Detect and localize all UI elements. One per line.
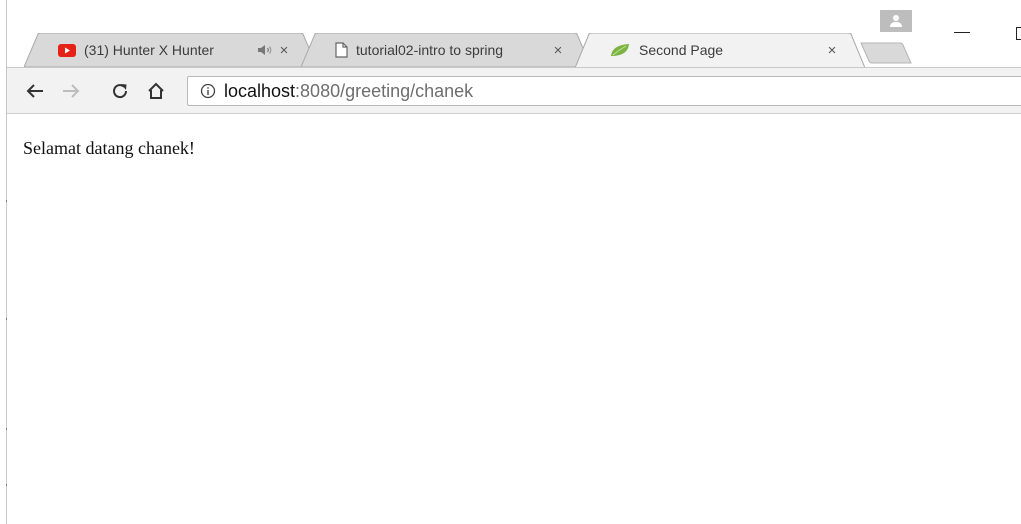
tab-title: tutorial02-intro to spring bbox=[356, 42, 504, 58]
url-text[interactable]: localhost:8080/greeting/chanek bbox=[224, 81, 473, 102]
close-icon[interactable]: × bbox=[277, 43, 291, 58]
person-icon bbox=[890, 15, 902, 27]
arrow-right-icon bbox=[63, 84, 80, 98]
maximize-button[interactable] bbox=[1012, 24, 1021, 44]
tab-strip: (31) Hunter X Hunter × tutorial02-intro … bbox=[7, 0, 1021, 70]
greeting-text: Selamat datang chanek! bbox=[23, 138, 195, 158]
browser-toolbar: localhost:8080/greeting/chanek bbox=[7, 67, 1021, 114]
address-bar[interactable]: localhost:8080/greeting/chanek bbox=[187, 76, 1021, 106]
reload-icon bbox=[113, 84, 128, 99]
back-button[interactable] bbox=[21, 77, 49, 105]
minimize-button[interactable] bbox=[943, 10, 983, 36]
home-button[interactable] bbox=[142, 77, 170, 105]
profile-button[interactable] bbox=[880, 10, 912, 32]
close-icon[interactable]: × bbox=[825, 43, 839, 58]
youtube-icon bbox=[58, 43, 76, 57]
speaker-icon[interactable] bbox=[257, 44, 273, 56]
home-icon bbox=[148, 82, 164, 99]
spring-leaf-icon bbox=[609, 42, 631, 58]
tab-second-page[interactable]: Second Page × bbox=[575, 33, 865, 68]
browser-window: (31) Hunter X Hunter × tutorial02-intro … bbox=[0, 0, 1021, 524]
arrow-left-icon bbox=[26, 84, 43, 98]
info-icon[interactable] bbox=[200, 83, 216, 99]
url-path: :8080/greeting/chanek bbox=[295, 80, 474, 101]
tab-tutorial02[interactable]: tutorial02-intro to spring × bbox=[301, 33, 591, 67]
desktop-edge bbox=[0, 0, 9, 524]
url-host: localhost bbox=[224, 80, 296, 101]
tab-title: Second Page bbox=[639, 42, 724, 58]
close-icon[interactable]: × bbox=[551, 43, 565, 58]
page-content: Selamat datang chanek! bbox=[7, 114, 1021, 524]
new-tab-button[interactable] bbox=[860, 42, 912, 64]
document-icon bbox=[335, 42, 348, 58]
forward-button[interactable] bbox=[57, 77, 85, 105]
tab-hunter-x-hunter[interactable]: (31) Hunter X Hunter × bbox=[24, 33, 317, 67]
reload-button[interactable] bbox=[106, 77, 134, 105]
tab-title: (31) Hunter X Hunter bbox=[84, 42, 214, 58]
